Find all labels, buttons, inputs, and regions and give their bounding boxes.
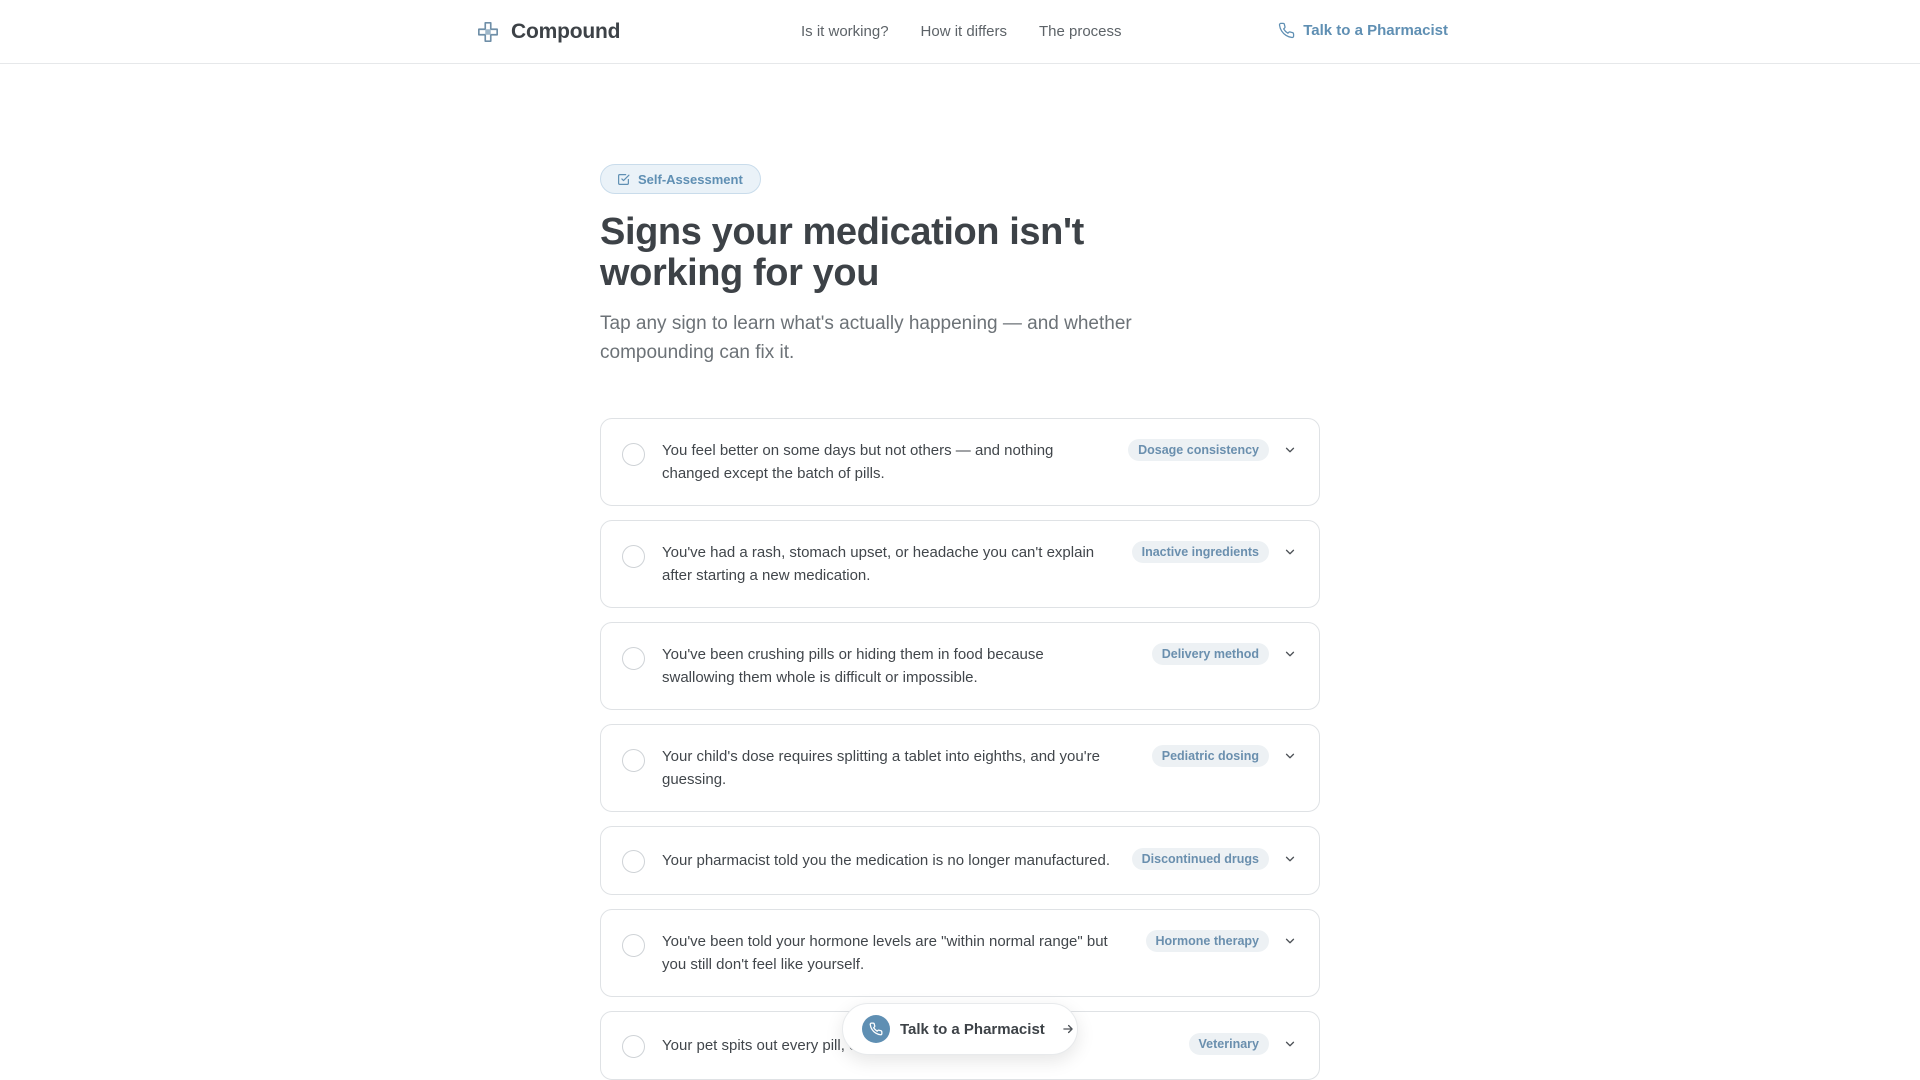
top-navigation-bar: Compound Is it working? How it differs T…: [0, 0, 1920, 64]
nav-item-is-it-working[interactable]: Is it working?: [801, 23, 889, 40]
sign-radio[interactable]: [622, 443, 645, 466]
floating-cta-label: Talk to a Pharmacist: [900, 1020, 1045, 1038]
self-assessment-badge: Self-Assessment: [600, 164, 761, 194]
sign-radio[interactable]: [622, 647, 645, 670]
sign-card[interactable]: You feel better on some days but not oth…: [600, 418, 1320, 506]
talk-to-pharmacist-link[interactable]: Talk to a Pharmacist: [1278, 22, 1448, 39]
floating-talk-to-pharmacist-button[interactable]: Talk to a Pharmacist: [842, 1003, 1078, 1055]
chevron-down-icon[interactable]: [1283, 647, 1297, 661]
sign-text: Your child's dose requires splitting a t…: [662, 748, 1100, 788]
chevron-down-icon[interactable]: [1283, 934, 1297, 948]
sign-radio[interactable]: [622, 1035, 645, 1058]
sign-card[interactable]: You've been crushing pills or hiding the…: [600, 622, 1320, 710]
sign-card[interactable]: Your pharmacist told you the medication …: [600, 826, 1320, 895]
talk-to-pharmacist-label: Talk to a Pharmacist: [1303, 22, 1448, 39]
sign-category-tag: Delivery method: [1151, 643, 1269, 665]
brand-logo[interactable]: Compound: [477, 20, 620, 44]
sign-category-tag: Veterinary: [1188, 1033, 1269, 1055]
sign-category-tag: Discontinued drugs: [1131, 848, 1269, 870]
sign-text: You've been crushing pills or hiding the…: [662, 646, 1044, 686]
sign-category-tag: Hormone therapy: [1145, 930, 1269, 952]
page-subtitle: Tap any sign to learn what's actually ha…: [600, 313, 1132, 363]
sign-radio[interactable]: [622, 545, 645, 568]
chevron-down-icon[interactable]: [1283, 443, 1297, 457]
sign-category-tag: Dosage consistency: [1128, 439, 1269, 461]
sign-radio[interactable]: [622, 934, 645, 957]
sign-card[interactable]: You've been told your hormone levels are…: [600, 909, 1320, 997]
signs-list: You feel better on some days but not oth…: [600, 418, 1320, 1080]
chevron-down-icon[interactable]: [1283, 1037, 1297, 1051]
plus-cross-icon: [478, 22, 498, 42]
phone-icon: [862, 1015, 890, 1043]
nav-item-the-process[interactable]: The process: [1039, 23, 1122, 40]
badge-label: Self-Assessment: [638, 171, 743, 187]
sign-text: You've been told your hormone levels are…: [662, 933, 1108, 973]
nav-item-how-it-differs[interactable]: How it differs: [921, 23, 1007, 40]
main-nav: Is it working? How it differs The proces…: [801, 23, 1122, 40]
arrow-right-icon: [1063, 1024, 1073, 1034]
sign-radio[interactable]: [622, 850, 645, 873]
chevron-down-icon[interactable]: [1283, 749, 1297, 763]
sign-card[interactable]: Your child's dose requires splitting a t…: [600, 724, 1320, 812]
sign-category-tag: Inactive ingredients: [1131, 541, 1269, 563]
page-title: Signs your medication isn't working for …: [600, 211, 1084, 294]
sign-radio[interactable]: [622, 749, 645, 772]
sign-text: You feel better on some days but not oth…: [662, 442, 1054, 482]
phone-icon: [1279, 22, 1295, 39]
sign-card[interactable]: You've had a rash, stomach upset, or hea…: [600, 520, 1320, 608]
brand-name: Compound: [511, 20, 621, 43]
sign-text: You've had a rash, stomach upset, or hea…: [662, 544, 1095, 584]
chevron-down-icon[interactable]: [1283, 545, 1297, 559]
sign-category-tag: Pediatric dosing: [1151, 745, 1269, 767]
sign-text: Your pharmacist told you the medication …: [662, 852, 1111, 869]
checkbox-edit-icon: [618, 173, 630, 185]
chevron-down-icon[interactable]: [1283, 852, 1297, 866]
